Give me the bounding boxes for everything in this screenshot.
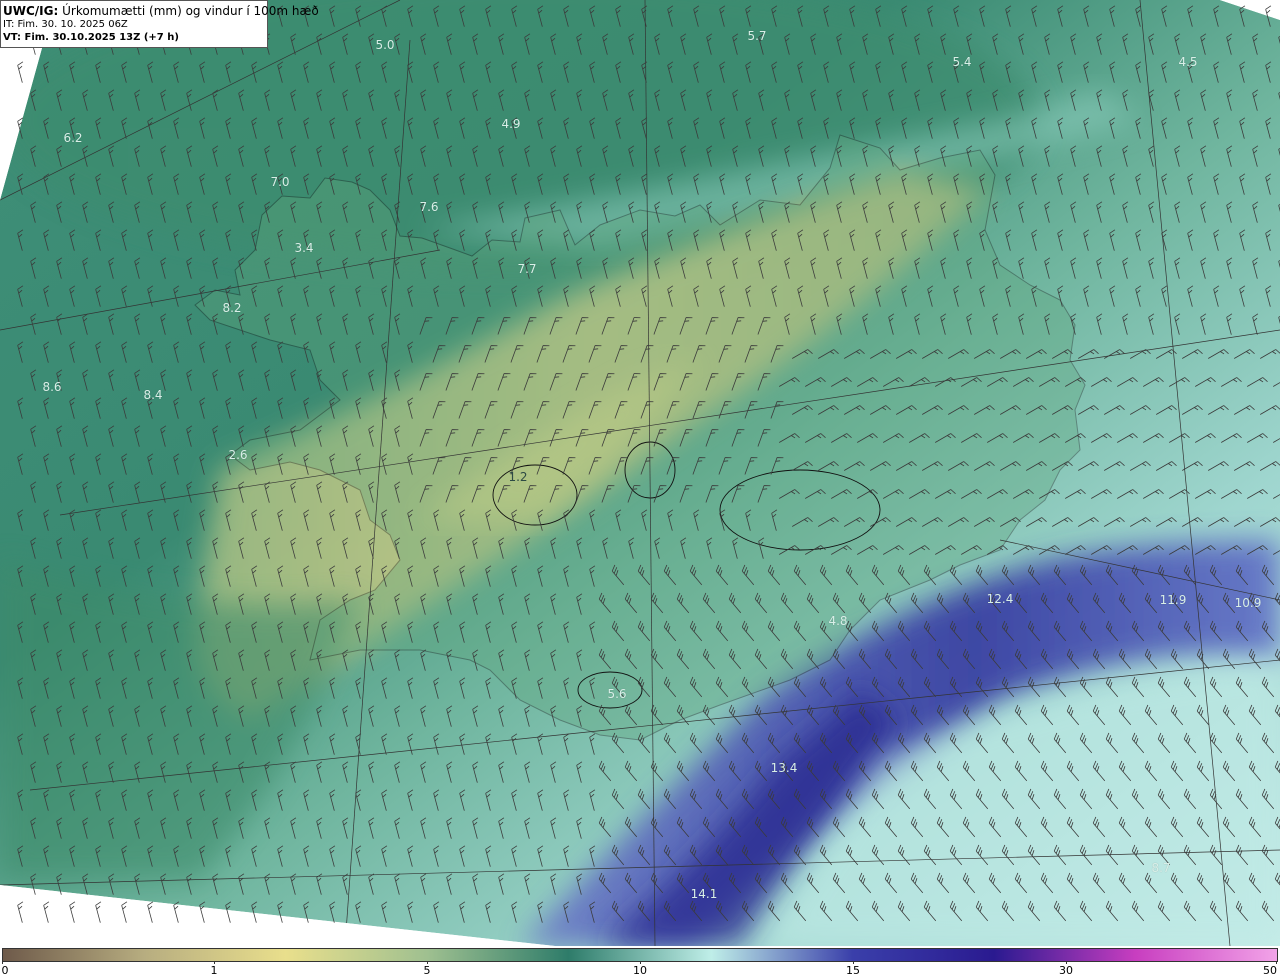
pw-value-label: 8.7 xyxy=(1151,861,1171,875)
colorbar-strip xyxy=(2,948,1278,962)
pw-value-label: 5.6 xyxy=(607,687,627,701)
valid-time: VT: Fim. 30.10.2025 13Z (+7 h) xyxy=(3,32,179,43)
pw-value-label: 13.4 xyxy=(770,761,798,775)
pw-value-label: 2.6 xyxy=(228,448,248,462)
pw-value-label: 1.2 xyxy=(508,470,528,484)
colorbar-tick-label: 15 xyxy=(846,964,860,977)
colorbar-tick-label: 5 xyxy=(423,964,431,977)
pw-value-label: 10.9 xyxy=(1234,596,1262,610)
pw-value-label: 8.6 xyxy=(42,380,62,394)
model-name: UWC/IG: xyxy=(3,4,59,18)
pw-value-label: 3.4 xyxy=(294,241,314,255)
pw-value-label: 5.0 xyxy=(375,38,395,52)
colorbar-tick-label: 50 xyxy=(1263,964,1277,977)
map-canvas[interactable] xyxy=(0,0,1280,948)
colorbar-tick-label: 10 xyxy=(633,964,647,977)
pw-value-label: 8.2 xyxy=(222,301,242,315)
colorbar-tick-label: 30 xyxy=(1059,964,1073,977)
initial-time: IT: Fim. 30. 10. 2025 06Z xyxy=(3,19,128,30)
pw-value-label: 4.5 xyxy=(1178,55,1198,69)
pw-value-label: 4.9 xyxy=(501,117,521,131)
title-line: UWC/IG: Úrkomumætti (mm) og vindur í 100… xyxy=(3,4,319,18)
title-box: UWC/IG: Úrkomumætti (mm) og vindur í 100… xyxy=(0,0,319,48)
pw-value-label: 5.4 xyxy=(952,55,972,69)
pw-value-label: 7.7 xyxy=(517,262,537,276)
precip-field xyxy=(0,0,1280,946)
pw-value-label: 11.9 xyxy=(1159,593,1187,607)
pw-value-label: 4.8 xyxy=(828,614,848,628)
pw-value-label: 7.6 xyxy=(419,200,439,214)
pw-value-label: 7.0 xyxy=(270,175,290,189)
pw-value-label: 8.4 xyxy=(143,388,163,402)
colorbar-tick-label: 1 xyxy=(210,964,218,977)
pw-value-label: 12.4 xyxy=(986,592,1014,606)
colorbar-tick-label: 0 xyxy=(1,964,9,977)
pw-value-label: 6.2 xyxy=(63,131,83,145)
variable-description: Úrkomumætti (mm) og vindur í 100m hæð xyxy=(62,4,319,18)
colorbar: 0 1 5 10 15 30 50 xyxy=(0,948,1280,978)
map-area[interactable]: UWC/IG: Úrkomumætti (mm) og vindur í 100… xyxy=(0,0,1280,948)
pw-value-label: 14.1 xyxy=(690,887,718,901)
pw-value-label: 5.7 xyxy=(747,29,767,43)
